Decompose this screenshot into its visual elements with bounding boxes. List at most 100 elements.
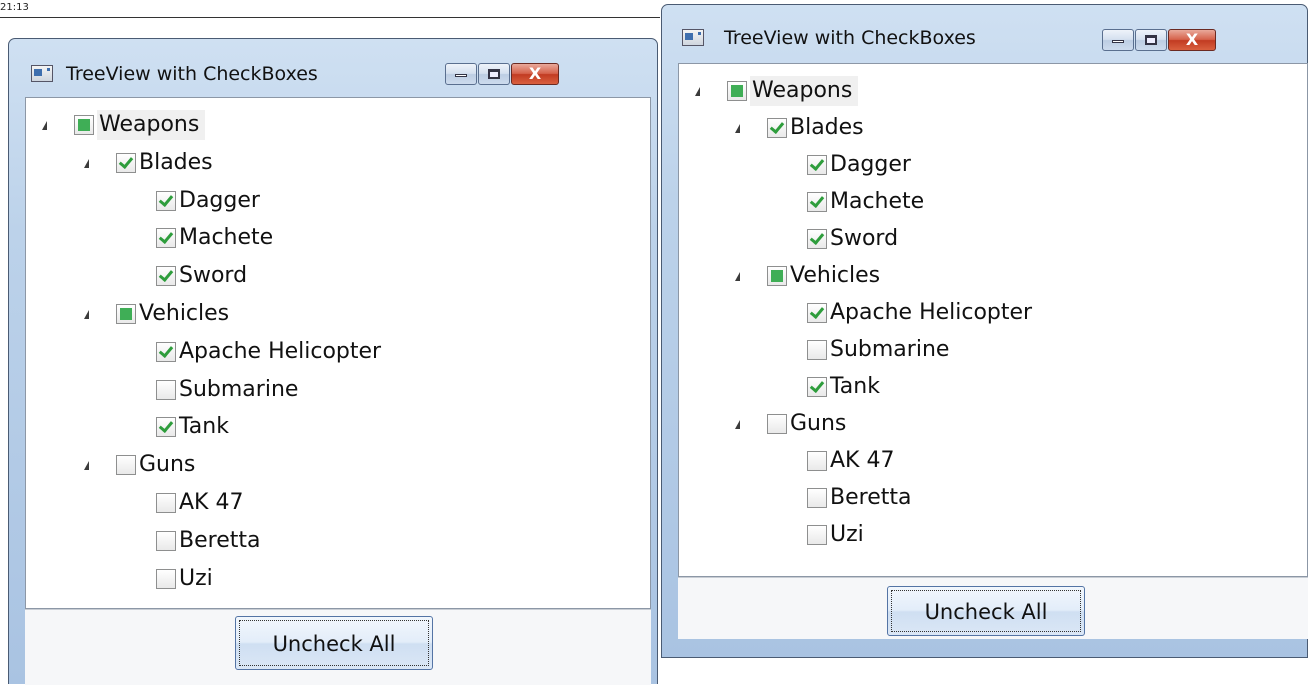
checkbox-partial[interactable] <box>116 304 136 324</box>
checkbox-checked[interactable] <box>156 266 176 287</box>
tree-item-label: Weapons <box>750 76 859 106</box>
minimize-icon <box>455 74 467 77</box>
tree-item-blades[interactable]: Blades <box>679 113 1279 143</box>
checkbox-unchecked[interactable] <box>156 530 176 551</box>
tree-item-label: Uzi <box>179 565 213 591</box>
checkbox-unchecked[interactable] <box>807 488 827 508</box>
tree-item-guns[interactable]: Guns <box>26 450 626 480</box>
uncheck-all-button[interactable]: Uncheck All <box>235 616 433 670</box>
checkbox-checked[interactable] <box>807 155 827 175</box>
expand-arrow-icon[interactable] <box>735 272 740 281</box>
maximize-icon <box>1145 35 1157 45</box>
checkbox-unchecked[interactable] <box>156 568 176 589</box>
tree-item-label: AK 47 <box>179 490 244 515</box>
tree-item-label: Uzi <box>830 522 864 547</box>
tree-item-apache-helicopter[interactable]: Apache Helicopter <box>679 298 1279 328</box>
button-footer: Uncheck All <box>25 609 651 685</box>
tree-item-dagger[interactable]: Dagger <box>26 186 626 216</box>
uncheck-all-button[interactable]: Uncheck All <box>887 586 1085 636</box>
separator-line <box>0 17 660 18</box>
checkbox-checked[interactable] <box>156 341 176 362</box>
maximize-icon <box>488 69 500 79</box>
close-button[interactable]: X <box>511 63 559 85</box>
tree-item-machete[interactable]: Machete <box>26 223 626 253</box>
tree-item-ak-47[interactable]: AK 47 <box>26 488 626 518</box>
uncheck-all-label: Uncheck All <box>272 632 396 656</box>
checkbox-unchecked[interactable] <box>807 340 827 360</box>
tree-item-submarine[interactable]: Submarine <box>26 375 626 405</box>
checkbox-checked[interactable] <box>807 229 827 249</box>
checkbox-unchecked[interactable] <box>156 379 176 400</box>
expand-arrow-icon[interactable] <box>84 310 89 319</box>
tree-item-label: Dagger <box>179 187 260 213</box>
checkbox-checked[interactable] <box>156 417 176 438</box>
tree-item-blades[interactable]: Blades <box>26 148 626 178</box>
checkbox-partial[interactable] <box>74 115 94 135</box>
checkbox-unchecked[interactable] <box>807 451 827 471</box>
tree-item-label: Beretta <box>830 485 912 510</box>
checkbox-unchecked[interactable] <box>116 455 136 476</box>
tree-item-apache-helicopter[interactable]: Apache Helicopter <box>26 337 626 367</box>
checkbox-unchecked[interactable] <box>767 414 787 434</box>
tree-item-label: Apache Helicopter <box>179 338 382 364</box>
window-title: TreeView with CheckBoxes <box>724 27 976 49</box>
checkbox-checked[interactable] <box>807 192 827 212</box>
checkbox-checked[interactable] <box>156 190 176 211</box>
maximize-button[interactable] <box>1135 29 1167 51</box>
tree-item-vehicles[interactable]: Vehicles <box>679 261 1279 291</box>
expand-arrow-icon[interactable] <box>735 124 740 133</box>
tree-item-uzi[interactable]: Uzi <box>679 520 1279 550</box>
tree-item-sword[interactable]: Sword <box>679 224 1279 254</box>
tree-item-label: Blades <box>139 149 213 175</box>
tree-item-beretta[interactable]: Beretta <box>679 483 1279 513</box>
tree-item-sword[interactable]: Sword <box>26 261 626 291</box>
tree-item-tank[interactable]: Tank <box>679 372 1279 402</box>
timestamp-label: 21:13 <box>0 2 29 13</box>
tree-item-submarine[interactable]: Submarine <box>679 335 1279 365</box>
checkbox-checked[interactable] <box>156 228 176 249</box>
minimize-button[interactable] <box>1102 29 1134 51</box>
tree-item-label: Beretta <box>179 527 261 553</box>
close-button[interactable]: X <box>1168 29 1216 51</box>
checkbox-partial[interactable] <box>727 81 747 101</box>
expand-arrow-icon[interactable] <box>42 121 47 130</box>
maximize-button[interactable] <box>478 63 510 85</box>
checkbox-checked[interactable] <box>807 303 827 323</box>
tree-item-label: Dagger <box>830 152 911 177</box>
tree-item-guns[interactable]: Guns <box>679 409 1279 439</box>
app-icon <box>31 65 53 82</box>
checkbox-partial[interactable] <box>767 266 787 286</box>
minimize-icon <box>1112 40 1124 43</box>
checkbox-unchecked[interactable] <box>807 525 827 545</box>
tree-item-dagger[interactable]: Dagger <box>679 150 1279 180</box>
treeview-window-1[interactable]: TreeView with CheckBoxes X Weapons Blades… <box>8 38 658 685</box>
checkbox-checked[interactable] <box>116 152 136 173</box>
checkbox-unchecked[interactable] <box>156 493 176 513</box>
expand-arrow-icon[interactable] <box>84 158 89 168</box>
expand-arrow-icon[interactable] <box>735 420 740 429</box>
tree-view[interactable]: Weapons Blades Dagger Machete Sword Vehicles A… <box>678 63 1308 577</box>
checkbox-checked[interactable] <box>767 118 787 138</box>
tree-item-ak-47[interactable]: AK 47 <box>679 446 1279 476</box>
tree-item-label: Blades <box>790 115 864 140</box>
tree-item-tank[interactable]: Tank <box>26 412 626 442</box>
minimize-button[interactable] <box>445 63 477 85</box>
tree-item-label: Guns <box>790 411 847 436</box>
checkbox-checked[interactable] <box>807 377 827 397</box>
tree-item-machete[interactable]: Machete <box>679 187 1279 217</box>
expand-arrow-icon[interactable] <box>695 87 700 96</box>
expand-arrow-icon[interactable] <box>84 461 89 471</box>
button-footer: Uncheck All <box>678 577 1308 639</box>
tree-item-uzi[interactable]: Uzi <box>26 564 626 594</box>
tree-item-weapons[interactable]: Weapons <box>679 76 1279 106</box>
tree-item-label: Machete <box>830 189 925 214</box>
tree-item-vehicles[interactable]: Vehicles <box>26 299 626 329</box>
app-icon <box>682 29 704 46</box>
tree-item-beretta[interactable]: Beretta <box>26 526 626 556</box>
treeview-window-2[interactable]: TreeView with CheckBoxes X Weapons Blades… <box>661 4 1308 658</box>
tree-view[interactable]: Weapons Blades Dagger Machete Sword Vehicles A… <box>25 97 651 609</box>
tree-item-label: Submarine <box>179 376 299 402</box>
tree-item-label: Vehicles <box>790 263 881 288</box>
tree-item-label: Vehicles <box>139 301 230 326</box>
tree-item-weapons[interactable]: Weapons <box>26 110 626 140</box>
